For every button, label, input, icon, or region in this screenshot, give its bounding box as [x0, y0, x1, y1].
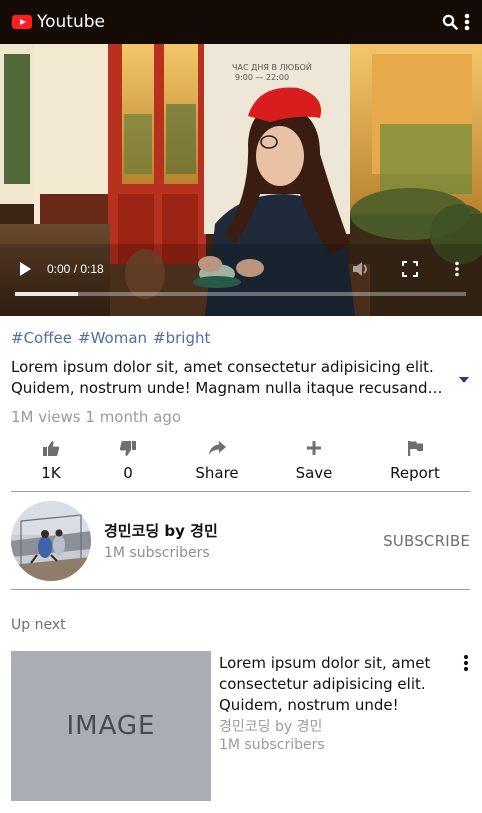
- progress-bar[interactable]: [15, 292, 466, 296]
- next-video-thumbnail[interactable]: IMAGE: [11, 651, 211, 801]
- playback-time: 0:00 / 0:18: [47, 262, 104, 276]
- divider: [11, 491, 470, 492]
- next-video-subscribers: 1M subscribers: [219, 737, 325, 753]
- play-icon[interactable]: [18, 261, 32, 277]
- volume-icon[interactable]: [352, 261, 370, 277]
- thumbnail-placeholder-text: IMAGE: [66, 711, 156, 741]
- share-button[interactable]: Share: [182, 436, 252, 488]
- share-icon: [208, 441, 226, 455]
- brand-logo[interactable]: Youtube: [12, 12, 105, 32]
- action-bar: 1K 0 Share Save Report: [0, 436, 482, 488]
- search-button[interactable]: [442, 14, 458, 30]
- thumbs-down-icon: [119, 440, 136, 456]
- thumbs-up-icon: [43, 440, 60, 456]
- app-header: Youtube: [0, 0, 482, 44]
- svg-text:ЧАС ДНЯ В ЛЮБОЙ: ЧАС ДНЯ В ЛЮБОЙ: [232, 61, 312, 72]
- hashtag-link[interactable]: #bright: [153, 329, 210, 347]
- hashtag-link[interactable]: #Woman: [78, 329, 147, 347]
- up-next-heading: Up next: [11, 617, 66, 633]
- divider: [11, 589, 470, 590]
- header-menu-button[interactable]: [464, 13, 470, 31]
- report-button[interactable]: Report: [380, 436, 450, 488]
- share-label: Share: [195, 464, 239, 482]
- youtube-logo-icon: [12, 15, 32, 29]
- more-vertical-icon: [464, 13, 470, 31]
- channel-subscribers: 1M subscribers: [104, 545, 210, 561]
- like-button[interactable]: 1K: [16, 436, 86, 488]
- save-button[interactable]: Save: [279, 436, 349, 488]
- player-options-icon[interactable]: [450, 261, 464, 277]
- dislike-button[interactable]: 0: [93, 436, 163, 488]
- save-label: Save: [295, 464, 333, 482]
- header-actions: [442, 13, 470, 31]
- report-label: Report: [390, 464, 440, 482]
- expand-description-icon[interactable]: [459, 377, 469, 383]
- more-vertical-icon[interactable]: [461, 654, 471, 672]
- brand-name: Youtube: [37, 12, 105, 32]
- like-count: 1K: [41, 464, 61, 482]
- video-player[interactable]: ЧАС ДНЯ В ЛЮБОЙ 9:00 — 22:00 0:00 / 0:18: [0, 44, 482, 316]
- search-icon: [442, 14, 458, 30]
- hashtags: #Coffee #Woman #bright: [11, 329, 210, 347]
- avatar-image: [11, 501, 91, 581]
- hashtag-link[interactable]: #Coffee: [11, 329, 72, 347]
- subscribe-button[interactable]: SUBSCRIBE: [383, 532, 470, 550]
- plus-icon: [307, 441, 321, 455]
- dislike-count: 0: [123, 464, 133, 482]
- fullscreen-icon[interactable]: [402, 261, 418, 277]
- video-description: Lorem ipsum dolor sit, amet consectetur …: [11, 357, 451, 399]
- description-line: Quidem, nostrum unde! Magnam nulla itaqu…: [11, 379, 451, 397]
- svg-text:9:00 — 22:00: 9:00 — 22:00: [235, 73, 289, 82]
- channel-name[interactable]: 경민코딩 by 경민: [104, 520, 218, 541]
- video-meta: 1M views 1 month ago: [11, 408, 182, 426]
- channel-avatar[interactable]: [11, 501, 91, 581]
- description-line: Lorem ipsum dolor sit, amet consectetur …: [11, 358, 434, 376]
- progress-fill: [15, 292, 79, 296]
- next-video-channel: 경민코딩 by 경민: [219, 719, 323, 735]
- next-video-title[interactable]: Lorem ipsum dolor sit, amet consectetur …: [219, 653, 451, 716]
- flag-icon: [407, 440, 423, 456]
